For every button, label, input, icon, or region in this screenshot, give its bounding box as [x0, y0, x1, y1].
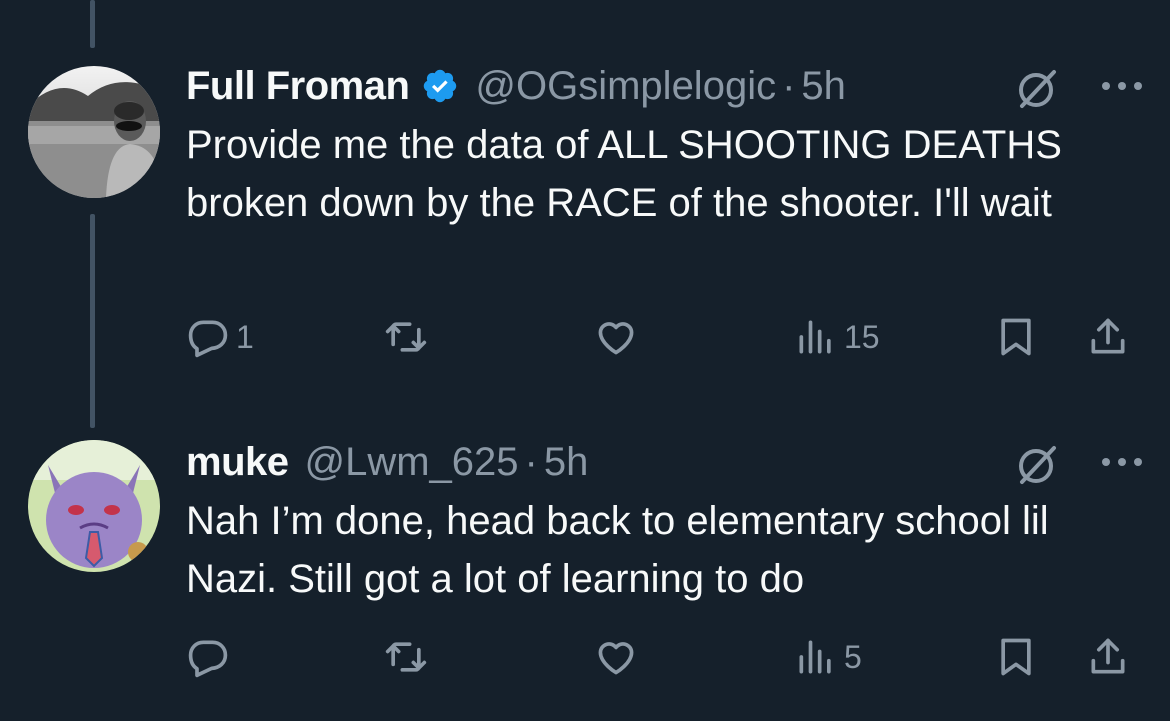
- retweet-button[interactable]: [384, 312, 434, 362]
- conversation-thread: Full Froman @OGsimplelogic · 5h Provide …: [0, 0, 1170, 721]
- views-icon: [799, 640, 831, 674]
- bookmark-icon: [1001, 638, 1031, 676]
- tweet-header: Full Froman @OGsimplelogic · 5h: [186, 60, 846, 112]
- reply-button[interactable]: 1: [186, 312, 254, 362]
- user-handle[interactable]: @Lwm_625: [305, 440, 519, 485]
- tweet-content: Full Froman @OGsimplelogic · 5h Provide …: [186, 60, 1170, 390]
- reply-count: 1: [236, 318, 254, 355]
- user-handle[interactable]: @OGsimplelogic: [475, 64, 776, 109]
- timestamp[interactable]: 5h: [801, 64, 846, 109]
- share-icon: [1091, 318, 1125, 354]
- like-icon: [598, 322, 634, 355]
- retweet-icon: [385, 322, 427, 352]
- like-icon: [598, 642, 634, 675]
- views-icon: [799, 320, 831, 354]
- grok-icon[interactable]: [1014, 66, 1060, 112]
- bookmark-button[interactable]: [994, 632, 1038, 682]
- tweet-text: Provide me the data of ALL SHOOTING DEAT…: [186, 123, 1062, 225]
- like-button[interactable]: [594, 312, 644, 362]
- view-count: 15: [844, 318, 880, 355]
- view-count: 5: [844, 638, 862, 675]
- thread-line-top: [90, 0, 95, 48]
- tweet-actions: 5: [186, 632, 1146, 682]
- share-button[interactable]: [1086, 312, 1130, 362]
- views-button[interactable]: 5: [794, 632, 862, 682]
- more-options-icon[interactable]: [1096, 442, 1148, 482]
- grok-icon[interactable]: [1014, 442, 1060, 488]
- separator-dot: ·: [524, 439, 538, 484]
- bookmark-button[interactable]: [994, 312, 1038, 362]
- tweet-1[interactable]: Full Froman @OGsimplelogic · 5h Provide …: [0, 60, 1170, 390]
- display-name[interactable]: Full Froman: [186, 64, 410, 109]
- tweet-header: muke @Lwm_625 · 5h: [186, 436, 588, 488]
- display-name[interactable]: muke: [186, 440, 289, 485]
- views-button[interactable]: 15: [794, 312, 880, 362]
- tweet-content: muke @Lwm_625 · 5h Nah I’m done, head ba…: [186, 436, 1170, 721]
- retweet-button[interactable]: [384, 632, 434, 682]
- more-options-icon[interactable]: [1096, 66, 1148, 106]
- timestamp[interactable]: 5h: [544, 440, 589, 485]
- reply-button[interactable]: [186, 632, 236, 682]
- retweet-icon: [385, 642, 427, 672]
- tweet-actions: 1 15: [186, 312, 1146, 362]
- bookmark-icon: [1001, 318, 1031, 356]
- tweet-text: Nah I’m done, head back to elementary sc…: [186, 499, 1049, 601]
- share-button[interactable]: [1086, 632, 1130, 682]
- verified-badge-icon: [421, 67, 459, 105]
- share-icon: [1091, 638, 1125, 674]
- tweet-2[interactable]: muke @Lwm_625 · 5h Nah I’m done, head ba…: [0, 436, 1170, 721]
- separator-dot: ·: [782, 63, 796, 108]
- reply-icon: [188, 640, 228, 678]
- reply-icon: [188, 320, 228, 358]
- avatar-full-froman[interactable]: [28, 66, 160, 198]
- like-button[interactable]: [594, 632, 644, 682]
- avatar-muke[interactable]: [28, 440, 160, 572]
